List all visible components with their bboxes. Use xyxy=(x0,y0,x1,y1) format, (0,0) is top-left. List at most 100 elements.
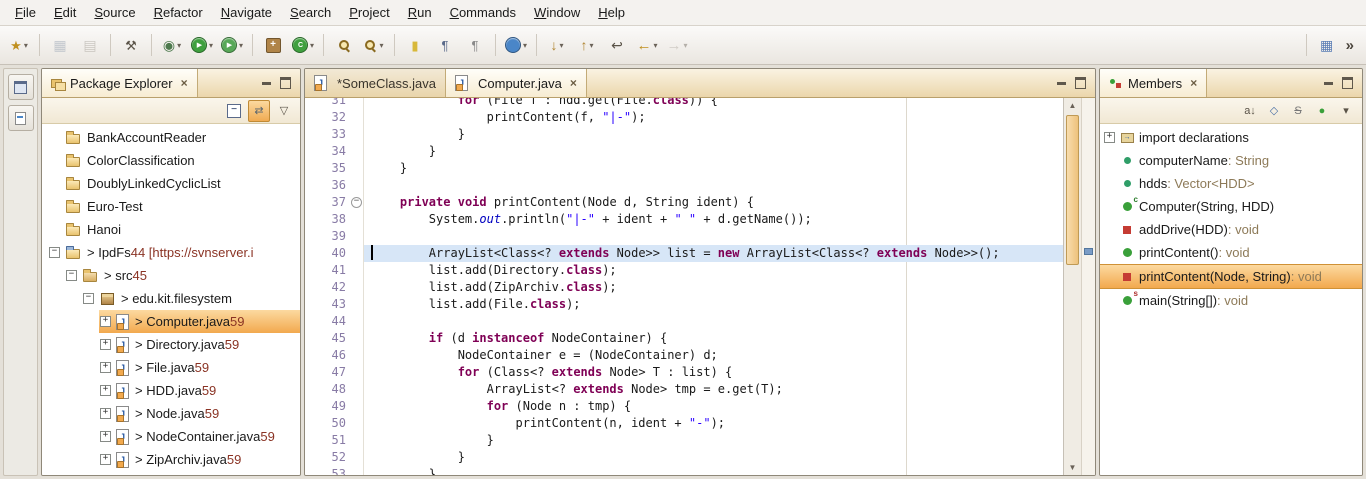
annotation-ruler[interactable] xyxy=(305,143,318,160)
tree-item[interactable]: +J> Computer.java 59 xyxy=(42,310,300,333)
annotation-ruler[interactable] xyxy=(305,330,318,347)
annotation-ruler[interactable] xyxy=(305,245,318,262)
expander-icon[interactable]: + xyxy=(100,454,111,465)
code-text[interactable]: list.add(File.class); xyxy=(364,296,1063,313)
annotation-ruler[interactable] xyxy=(305,398,318,415)
scroll-up-arrow-icon[interactable]: ▲ xyxy=(1064,101,1081,110)
code-text[interactable]: } xyxy=(364,160,1063,177)
package-explorer-tree[interactable]: BankAccountReaderColorClassificationDoub… xyxy=(42,124,300,475)
line-number[interactable]: 38 xyxy=(318,211,350,228)
package-explorer-tab[interactable]: Package Explorer × xyxy=(42,69,198,97)
code-text[interactable]: list.add(Directory.class); xyxy=(364,262,1063,279)
annotation-ruler[interactable] xyxy=(305,177,318,194)
fold-ruler[interactable] xyxy=(350,415,364,432)
minimize-icon[interactable] xyxy=(1324,82,1333,85)
line-number[interactable]: 43 xyxy=(318,296,350,313)
code-text[interactable]: printContent(n, ident + "-"); xyxy=(364,415,1063,432)
line-number[interactable]: 42 xyxy=(318,279,350,296)
close-tab-icon[interactable]: × xyxy=(570,76,577,90)
last-edit-location-button[interactable]: ↩ xyxy=(603,32,631,58)
annotation-ruler[interactable] xyxy=(305,381,318,398)
collapse-region-icon[interactable]: − xyxy=(351,197,362,208)
fold-ruler[interactable] xyxy=(350,98,364,109)
maximize-icon[interactable] xyxy=(1342,77,1353,89)
annotation-ruler[interactable] xyxy=(305,262,318,279)
link-with-editor-button[interactable]: ⇄ xyxy=(248,100,270,122)
menu-help[interactable]: Help xyxy=(589,2,634,23)
menu-commands[interactable]: Commands xyxy=(441,2,525,23)
java-perspective-button[interactable]: ▦ xyxy=(1313,32,1341,58)
member-item[interactable]: computerName : String xyxy=(1100,149,1362,172)
annotation-ruler[interactable] xyxy=(305,126,318,143)
line-number[interactable]: 52 xyxy=(318,449,350,466)
expander-icon[interactable]: + xyxy=(100,408,111,419)
line-number[interactable]: 35 xyxy=(318,160,350,177)
code-text[interactable] xyxy=(364,313,1063,330)
fold-ruler[interactable] xyxy=(350,279,364,296)
annotation-ruler[interactable] xyxy=(305,432,318,449)
code-text[interactable]: } xyxy=(364,143,1063,160)
line-number[interactable]: 41 xyxy=(318,262,350,279)
maximize-icon[interactable] xyxy=(1075,77,1086,89)
line-number[interactable]: 51 xyxy=(318,432,350,449)
fold-ruler[interactable] xyxy=(350,160,364,177)
line-number[interactable]: 46 xyxy=(318,347,350,364)
fold-ruler[interactable] xyxy=(350,228,364,245)
fold-ruler[interactable] xyxy=(350,262,364,279)
member-item[interactable]: printContent(Node, String) : void xyxy=(1100,264,1362,289)
mark-occurrences-button[interactable]: ▮ xyxy=(401,32,429,58)
menu-search[interactable]: Search xyxy=(281,2,340,23)
toolbar-overflow-chevron[interactable]: » xyxy=(1342,37,1362,54)
overview-annotation-marker[interactable] xyxy=(1084,248,1093,255)
sort-members-button[interactable]: a↓ xyxy=(1240,101,1260,121)
fold-ruler[interactable] xyxy=(350,398,364,415)
menu-source[interactable]: Source xyxy=(85,2,144,23)
code-text[interactable]: for (File f : hdd.get(File.class)) { xyxy=(364,98,1063,109)
run-button[interactable]: ▶▾ xyxy=(188,32,216,58)
tree-item[interactable]: +J> Directory.java 59 xyxy=(42,333,300,356)
line-number[interactable]: 44 xyxy=(318,313,350,330)
debug-button[interactable]: ◉▾ xyxy=(158,32,186,58)
annotation-ruler[interactable] xyxy=(305,98,318,109)
fold-ruler[interactable] xyxy=(350,177,364,194)
menu-edit[interactable]: Edit xyxy=(45,2,85,23)
annotation-ruler[interactable] xyxy=(305,160,318,177)
forward-button[interactable]: →▾ xyxy=(663,32,691,58)
member-item[interactable]: addDrive(HDD) : void xyxy=(1100,218,1362,241)
editor-tab-someclassjava[interactable]: J*SomeClass.java xyxy=(305,69,446,97)
fold-ruler[interactable] xyxy=(350,466,364,475)
fold-ruler[interactable] xyxy=(350,449,364,466)
code-text[interactable] xyxy=(364,177,1063,194)
annotation-ruler[interactable] xyxy=(305,466,318,475)
fold-ruler[interactable] xyxy=(350,347,364,364)
members-tab[interactable]: Members × xyxy=(1100,69,1207,97)
tree-item[interactable]: −> src 45 xyxy=(42,264,300,287)
tree-item[interactable]: BankAccountReader xyxy=(42,126,300,149)
menu-refactor[interactable]: Refactor xyxy=(145,2,212,23)
new-java-class-button[interactable]: C▾ xyxy=(289,32,317,58)
tree-item[interactable]: +J> Node.java 59 xyxy=(42,402,300,425)
expander-icon[interactable]: + xyxy=(100,431,111,442)
code-lines[interactable]: 31 for (File f : hdd.get(File.class)) {3… xyxy=(305,98,1063,475)
menu-run[interactable]: Run xyxy=(399,2,441,23)
next-annotation-button[interactable]: ↓▾ xyxy=(543,32,571,58)
tree-item[interactable]: +J> ZipArchiv.java 59 xyxy=(42,448,300,471)
fold-ruler[interactable] xyxy=(350,432,364,449)
tree-item[interactable]: Euro-Test xyxy=(42,195,300,218)
line-number[interactable]: 50 xyxy=(318,415,350,432)
expander-icon[interactable]: − xyxy=(83,293,94,304)
tree-item[interactable]: −> edu.kit.filesystem xyxy=(42,287,300,310)
annotation-ruler[interactable] xyxy=(305,194,318,211)
code-text[interactable] xyxy=(364,228,1063,245)
line-number[interactable]: 37 xyxy=(318,194,350,211)
code-text[interactable]: NodeContainer e = (NodeContainer) d; xyxy=(364,347,1063,364)
fold-ruler[interactable] xyxy=(350,330,364,347)
print-button[interactable]: ▤ xyxy=(76,32,104,58)
expander-icon[interactable]: + xyxy=(1104,132,1115,143)
member-item[interactable]: cComputer(String, HDD) xyxy=(1100,195,1362,218)
fold-ruler[interactable] xyxy=(350,143,364,160)
search-button[interactable]: ▾ xyxy=(360,32,388,58)
tree-item[interactable]: ColorClassification xyxy=(42,149,300,172)
line-number[interactable]: 49 xyxy=(318,398,350,415)
annotation-ruler[interactable] xyxy=(305,415,318,432)
